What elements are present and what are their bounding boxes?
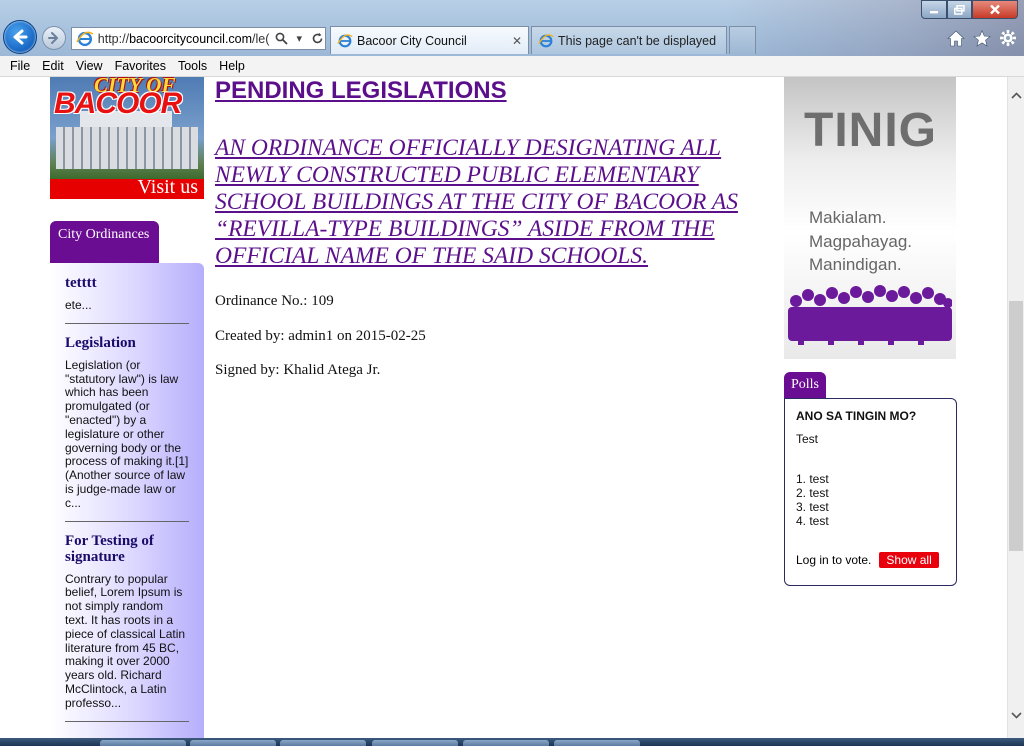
slogan-line: Magpahayag. bbox=[809, 231, 913, 251]
window-controls bbox=[921, 0, 1018, 19]
tab-page-cant-be-displayed[interactable]: This page can't be displayed bbox=[531, 26, 727, 54]
ordinance-item-excerpt: Legislation (or "statutory law") is law … bbox=[65, 357, 189, 510]
slogan-line: Manindigan. bbox=[809, 255, 902, 274]
tab-bacoor-city-council[interactable]: Bacoor City Council ✕ bbox=[330, 26, 529, 54]
tab-label: This page can't be displayed bbox=[558, 33, 717, 48]
menu-edit[interactable]: Edit bbox=[36, 59, 70, 73]
visit-us-text: Visit us bbox=[137, 176, 198, 198]
show-all-button[interactable]: Show all bbox=[879, 552, 939, 568]
poll-footer: Log in to vote. Show all bbox=[796, 552, 945, 568]
visit-us-banner: Visit us bbox=[50, 176, 204, 199]
tinig-brand: TINIG bbox=[804, 104, 937, 157]
browser-tools bbox=[946, 27, 1018, 49]
slogan-line: Makialam. bbox=[809, 208, 887, 227]
page-title[interactable]: PENDING LEGISLATIONS bbox=[215, 77, 775, 105]
tinig-banner[interactable]: TINIG Makialam. Magpahayag. Manindigan. bbox=[784, 77, 956, 359]
scroll-up-icon[interactable] bbox=[1008, 87, 1024, 104]
close-tab-icon[interactable]: ✕ bbox=[512, 34, 522, 48]
ie-page-icon bbox=[76, 31, 94, 46]
url-rest: /le( bbox=[252, 31, 270, 46]
city-ordinances-panel: tetttt ete... Legislation Legislation (o… bbox=[50, 263, 204, 738]
close-window-button[interactable] bbox=[972, 0, 1018, 19]
settings-gear-icon[interactable] bbox=[998, 27, 1018, 49]
menu-bar: File Edit View Favorites Tools Help bbox=[0, 56, 1024, 77]
restore-button[interactable] bbox=[947, 0, 972, 19]
ordinance-item-excerpt: Contrary to popular belief, Lorem Ipsum … bbox=[65, 571, 186, 710]
signed-by: Signed by: Khalid Atega Jr. bbox=[215, 362, 381, 378]
scroll-thumb[interactable] bbox=[1009, 301, 1023, 551]
city-ordinances-tab[interactable]: City Ordinances bbox=[50, 221, 159, 263]
ordinance-number: Ordinance No.: 109 bbox=[215, 293, 334, 309]
menu-file[interactable]: File bbox=[4, 59, 36, 73]
login-to-vote-text: Log in to vote. bbox=[796, 553, 872, 567]
back-arrow-icon bbox=[13, 29, 28, 45]
tab-label: Bacoor City Council bbox=[357, 33, 467, 48]
forward-arrow-icon bbox=[48, 32, 58, 44]
ie-tab-icon bbox=[538, 33, 554, 47]
taskbar-button[interactable] bbox=[100, 740, 186, 746]
new-tab-button[interactable] bbox=[729, 26, 756, 54]
restore-icon bbox=[954, 4, 965, 15]
dropdown-arrow-icon[interactable]: ▾ bbox=[291, 31, 307, 47]
home-icon[interactable] bbox=[946, 27, 966, 49]
url-text[interactable]: http://bacoorcitycouncil.com/le( bbox=[98, 32, 272, 46]
tinig-slogan: Makialam. Magpahayag. Manindigan. bbox=[809, 206, 912, 277]
taskbar-button[interactable] bbox=[190, 740, 276, 746]
taskbar-button[interactable] bbox=[372, 740, 458, 746]
search-icon[interactable] bbox=[274, 31, 290, 47]
created-by: Created by: admin1 on 2015-02-25 bbox=[215, 328, 426, 344]
menu-help[interactable]: Help bbox=[213, 59, 251, 73]
ordinance-item-title[interactable]: tetttt bbox=[65, 275, 189, 291]
logo-bacoor-text: BACOOR bbox=[54, 87, 182, 120]
close-icon bbox=[990, 4, 1000, 15]
url-prefix: http:// bbox=[97, 31, 130, 46]
page-viewport: CITY OF BACOOR Visit us City Ordinances … bbox=[0, 77, 1007, 738]
poll-option: 4. test bbox=[796, 514, 829, 528]
ordinance-item-title[interactable]: For Testing of signature bbox=[65, 533, 189, 565]
menu-view[interactable]: View bbox=[70, 59, 109, 73]
taskbar-button[interactable] bbox=[463, 740, 549, 746]
poll-option: 3. test bbox=[796, 500, 829, 514]
ordinance-title-link[interactable]: AN ORDINANCE OFFICIALLY DESIGNATING ALL … bbox=[215, 135, 775, 270]
browser-chrome: http://bacoorcitycouncil.com/le( ▾ Bacoo… bbox=[0, 0, 1024, 56]
polls-panel: ANO SA TINGIN MO? Test 1. test 2. test 3… bbox=[784, 398, 957, 586]
ordinance-item-excerpt: ete... bbox=[65, 298, 92, 312]
ordinance-list-item: For Testing of signature Contrary to pop… bbox=[65, 533, 189, 722]
scroll-down-icon[interactable] bbox=[1008, 707, 1024, 724]
ordinance-list-item: tetttt ete... bbox=[65, 275, 189, 324]
vertical-scrollbar[interactable] bbox=[1007, 77, 1024, 738]
minimize-icon bbox=[930, 10, 938, 13]
ordinance-item-title[interactable]: Legislation bbox=[65, 335, 189, 351]
ie-tab-icon bbox=[337, 33, 353, 47]
polls-tab[interactable]: Polls bbox=[784, 372, 826, 398]
poll-option: 1. test bbox=[796, 472, 829, 486]
address-bar[interactable]: http://bacoorcitycouncil.com/le( ▾ bbox=[71, 27, 326, 50]
ordinance-list-item: Legislation Legislation (or "statutory l… bbox=[65, 335, 189, 522]
favorites-star-icon[interactable] bbox=[972, 27, 992, 49]
url-domain: bacoorcitycouncil.com bbox=[129, 31, 253, 46]
logo-building bbox=[56, 127, 198, 169]
taskbar-button[interactable] bbox=[280, 740, 366, 746]
back-button[interactable] bbox=[3, 20, 37, 54]
poll-option: 2. test bbox=[796, 486, 829, 500]
taskbar-button[interactable] bbox=[554, 740, 640, 746]
poll-options: 1. test 2. test 3. test 4. test bbox=[796, 472, 945, 528]
menu-favorites[interactable]: Favorites bbox=[109, 59, 172, 73]
crowd-silhouette-icon bbox=[788, 285, 952, 345]
main-content: PENDING LEGISLATIONS AN ORDINANCE OFFICI… bbox=[215, 77, 775, 379]
forward-button[interactable] bbox=[42, 26, 66, 50]
menu-tools[interactable]: Tools bbox=[172, 59, 213, 73]
city-of-bacoor-logo[interactable]: CITY OF BACOOR Visit us bbox=[50, 77, 204, 199]
poll-description: Test bbox=[796, 432, 819, 446]
minimize-button[interactable] bbox=[921, 0, 947, 19]
poll-question: ANO SA TINGIN MO? bbox=[796, 409, 917, 423]
refresh-icon[interactable] bbox=[309, 31, 325, 47]
